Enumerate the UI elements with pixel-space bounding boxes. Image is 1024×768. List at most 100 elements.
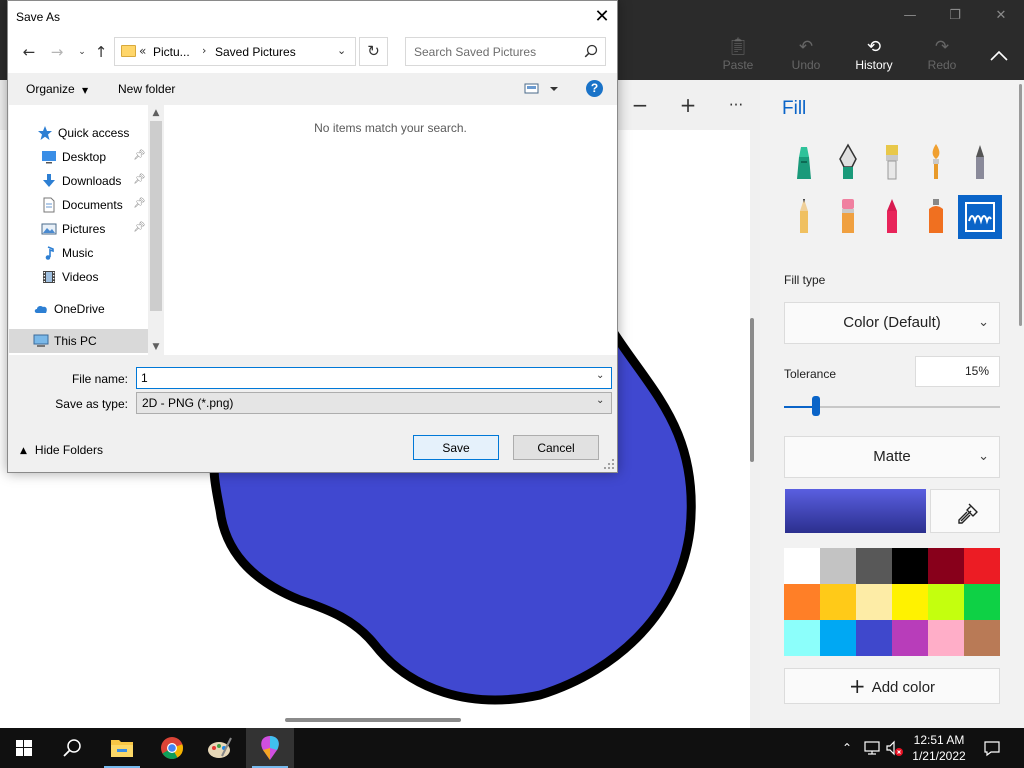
organize-button[interactable]: Organize ▼	[26, 82, 88, 96]
color-swatch[interactable]	[784, 620, 820, 656]
forward-arrow-icon[interactable]: →	[46, 41, 68, 63]
crayon-brush[interactable]	[870, 195, 914, 239]
close-app-icon[interactable]: ✕	[989, 6, 1013, 26]
pixel-pencil-brush[interactable]	[782, 195, 826, 239]
color-swatch[interactable]	[784, 584, 820, 620]
undo-button[interactable]: ↶ Undo	[776, 36, 836, 80]
file-name-input[interactable]	[137, 368, 592, 388]
save-button[interactable]: Save	[413, 435, 499, 460]
refresh-icon[interactable]: ↻	[359, 37, 388, 66]
color-swatch[interactable]	[964, 584, 1000, 620]
fill-bucket-brush[interactable]	[958, 195, 1002, 239]
file-name-field[interactable]: ⌄	[136, 367, 612, 389]
collapse-toolbar-icon[interactable]	[985, 44, 1013, 68]
notifications-icon[interactable]	[982, 738, 1002, 758]
search-button[interactable]	[48, 728, 96, 768]
maximize-icon[interactable]: ❐	[943, 6, 967, 26]
color-swatch[interactable]	[928, 584, 964, 620]
search-box[interactable]	[405, 37, 606, 66]
color-swatch[interactable]	[928, 548, 964, 584]
breadcrumb-saved-pictures[interactable]: Saved Pictures	[215, 45, 296, 59]
up-arrow-icon[interactable]: ↑	[90, 41, 112, 63]
eyedropper-button[interactable]	[930, 489, 1000, 533]
nav-item-desktop[interactable]: Desktop 📌︎	[9, 145, 148, 169]
more-options-button[interactable]: ···	[718, 86, 754, 124]
volume-muted-icon[interactable]	[884, 738, 904, 758]
scroll-up-icon[interactable]: ▲	[148, 105, 164, 121]
marker-brush[interactable]	[782, 141, 826, 185]
oil-brush[interactable]	[870, 141, 914, 185]
pencil-brush[interactable]	[958, 141, 1002, 185]
overflow-chevron-icon[interactable]: «	[139, 44, 146, 58]
history-button[interactable]: ⟲ History	[844, 36, 904, 80]
nav-item-downloads[interactable]: Downloads 📌︎	[9, 169, 148, 193]
color-swatch[interactable]	[892, 584, 928, 620]
nav-item-documents[interactable]: Documents 📌︎	[9, 193, 148, 217]
zoom-out-button[interactable]: −	[622, 86, 658, 124]
chevron-down-icon[interactable]: ⌄	[596, 370, 604, 381]
search-input[interactable]	[406, 38, 576, 65]
file-explorer-taskbar-button[interactable]	[98, 728, 146, 768]
paint-taskbar-button[interactable]	[196, 728, 244, 768]
nav-pane-scrollbar[interactable]: ▲ ▼	[148, 105, 164, 355]
nav-item-this-pc[interactable]: This PC	[9, 329, 148, 353]
scroll-down-icon[interactable]: ▼	[148, 339, 164, 355]
color-swatch[interactable]	[892, 620, 928, 656]
watercolor-brush[interactable]	[914, 141, 958, 185]
system-clock[interactable]: 12:51 AM 1/21/2022	[908, 732, 970, 764]
paint-3d-taskbar-button[interactable]	[246, 728, 294, 768]
close-icon[interactable]: ✕	[588, 5, 616, 29]
color-swatch[interactable]	[820, 584, 856, 620]
save-type-select[interactable]: 2D - PNG (*.png) ⌄	[136, 392, 612, 414]
tolerance-slider-thumb[interactable]	[812, 396, 821, 416]
search-icon[interactable]	[584, 44, 598, 58]
panel-scrollbar[interactable]	[1019, 84, 1022, 326]
resize-grip-icon[interactable]	[604, 459, 614, 469]
cancel-button[interactable]: Cancel	[513, 435, 599, 460]
network-icon[interactable]	[862, 738, 882, 758]
add-color-button[interactable]: + Add color	[784, 668, 1000, 704]
zoom-in-button[interactable]: +	[670, 86, 706, 124]
canvas-horizontal-scrollbar[interactable]	[285, 718, 461, 722]
finish-dropdown[interactable]: Matte ⌄	[784, 436, 1000, 478]
file-list-area[interactable]: No items match your search.	[164, 105, 617, 355]
nav-item-pictures[interactable]: Pictures 📌︎	[9, 217, 148, 241]
redo-button[interactable]: ↷ Redo	[912, 36, 972, 80]
tolerance-value-field[interactable]: 15%	[915, 356, 1000, 387]
nav-item-onedrive[interactable]: OneDrive	[9, 297, 148, 321]
address-bar[interactable]: « Pictu... › Saved Pictures ⌄	[114, 37, 356, 66]
nav-item-quick-access[interactable]: Quick access	[9, 121, 148, 145]
color-swatch[interactable]	[892, 548, 928, 584]
minimize-icon[interactable]: —	[898, 6, 922, 26]
paste-button[interactable]: 📋︎ Paste	[708, 36, 768, 80]
color-swatch[interactable]	[928, 620, 964, 656]
back-arrow-icon[interactable]: ←	[18, 41, 40, 63]
canvas-vertical-scrollbar[interactable]	[750, 318, 754, 462]
color-swatch[interactable]	[964, 620, 1000, 656]
breadcrumb-separator-icon[interactable]: ›	[202, 44, 206, 57]
color-swatch[interactable]	[856, 548, 892, 584]
chrome-taskbar-button[interactable]	[148, 728, 196, 768]
current-color-swatch[interactable]	[785, 489, 926, 533]
color-swatch[interactable]	[820, 620, 856, 656]
color-swatch[interactable]	[820, 548, 856, 584]
color-swatch[interactable]	[856, 620, 892, 656]
breadcrumb-pictures[interactable]: Pictu...	[153, 45, 190, 59]
change-view-button[interactable]	[524, 81, 560, 97]
eraser-brush[interactable]	[826, 195, 870, 239]
new-folder-button[interactable]: New folder	[118, 82, 175, 96]
hide-folders-button[interactable]: ▲ Hide Folders	[20, 443, 103, 457]
nav-scroll-thumb[interactable]	[150, 121, 162, 311]
help-icon[interactable]: ?	[586, 80, 603, 97]
nav-item-videos[interactable]: Videos	[9, 265, 148, 289]
show-hidden-icons-icon[interactable]: ⌃	[837, 738, 857, 758]
color-swatch[interactable]	[964, 548, 1000, 584]
spray-can-brush[interactable]	[914, 195, 958, 239]
fill-type-dropdown[interactable]: Color (Default) ⌄	[784, 302, 1000, 344]
address-dropdown-icon[interactable]: ⌄	[337, 44, 346, 57]
color-swatch[interactable]	[856, 584, 892, 620]
nav-item-music[interactable]: Music	[9, 241, 148, 265]
color-swatch[interactable]	[784, 548, 820, 584]
start-button[interactable]	[0, 728, 48, 768]
calligraphy-pen-brush[interactable]	[826, 141, 870, 185]
